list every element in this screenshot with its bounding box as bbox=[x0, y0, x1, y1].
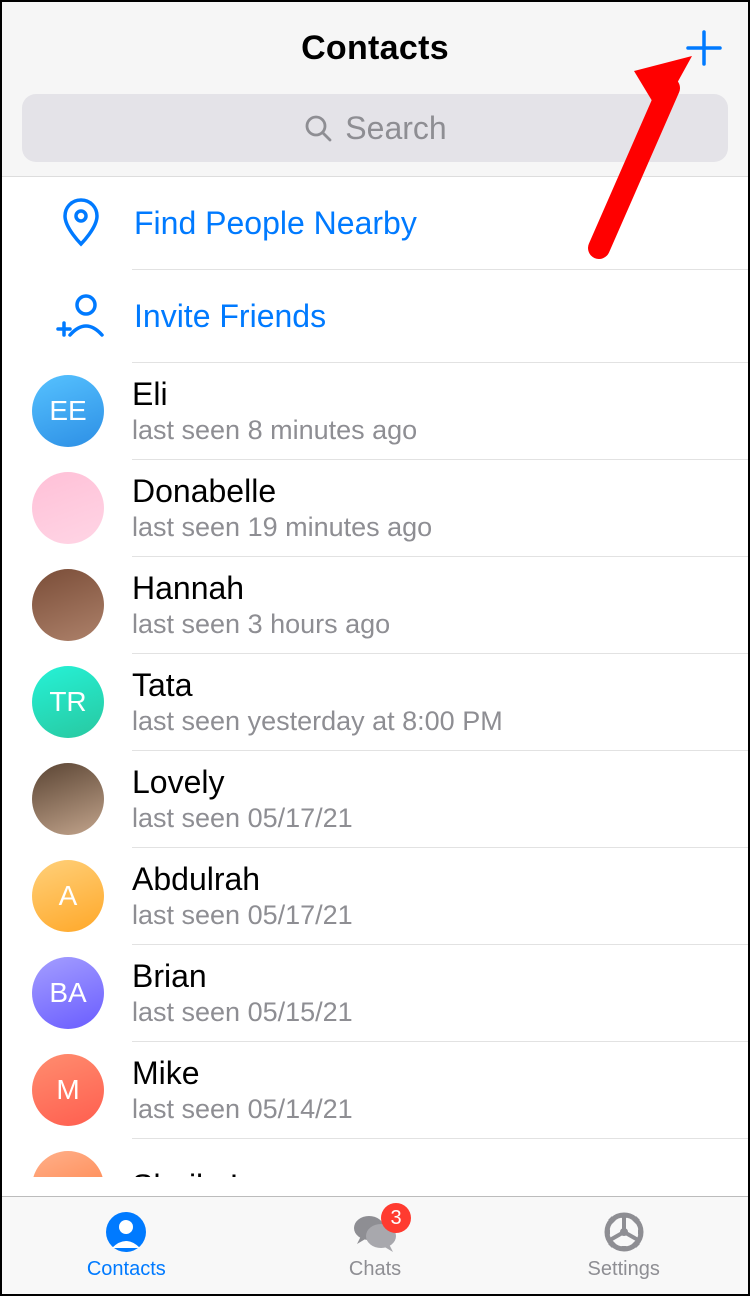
contact-status: last seen 3 hours ago bbox=[132, 609, 390, 640]
tab-contacts[interactable]: Contacts bbox=[2, 1197, 251, 1294]
location-pin-icon bbox=[61, 198, 101, 248]
tab-chats-label: Chats bbox=[349, 1258, 401, 1281]
tab-settings[interactable]: Settings bbox=[499, 1197, 748, 1294]
tab-chats[interactable]: 3 Chats bbox=[251, 1197, 500, 1294]
search-placeholder: Search bbox=[345, 110, 446, 147]
pin-icon-wrap bbox=[56, 198, 106, 248]
avatar bbox=[32, 472, 104, 544]
tab-contacts-label: Contacts bbox=[87, 1258, 166, 1281]
contact-name: Donabelle bbox=[132, 473, 432, 510]
contact-status: last seen 05/15/21 bbox=[132, 997, 353, 1028]
avatar bbox=[32, 569, 104, 641]
contact-status: last seen 19 minutes ago bbox=[132, 512, 432, 543]
avatar: EE bbox=[32, 375, 104, 447]
contact-name: Eli bbox=[132, 376, 417, 413]
add-contact-button[interactable] bbox=[682, 26, 726, 70]
contact-row[interactable]: Sheila Lacuna bbox=[2, 1139, 748, 1177]
avatar bbox=[32, 1151, 104, 1177]
tab-settings-label: Settings bbox=[588, 1258, 660, 1281]
contact-row[interactable]: M Mikelast seen 05/14/21 bbox=[2, 1042, 748, 1138]
contact-row[interactable]: A Abdulrahlast seen 05/17/21 bbox=[2, 848, 748, 944]
header-top: Contacts bbox=[22, 20, 728, 76]
contact-row[interactable]: TR Tatalast seen yesterday at 8:00 PM bbox=[2, 654, 748, 750]
contact-name: Hannah bbox=[132, 570, 390, 607]
page-title: Contacts bbox=[301, 29, 449, 68]
avatar: A bbox=[32, 860, 104, 932]
contact-row[interactable]: BA Brianlast seen 05/15/21 bbox=[2, 945, 748, 1041]
contacts-icon bbox=[104, 1210, 148, 1254]
contact-name: Sheila Lacuna bbox=[132, 1168, 335, 1177]
contacts-list[interactable]: EEElilast seen 8 minutes agoDonabellelas… bbox=[2, 363, 748, 1177]
contact-row[interactable]: EE Elilast seen 8 minutes ago bbox=[2, 363, 748, 459]
contact-name: Mike bbox=[132, 1055, 353, 1092]
contact-status: last seen yesterday at 8:00 PM bbox=[132, 706, 503, 737]
action-label: Find People Nearby bbox=[134, 205, 417, 242]
settings-gear-icon bbox=[602, 1210, 646, 1254]
action-label: Invite Friends bbox=[134, 298, 326, 335]
contact-status: last seen 05/17/21 bbox=[132, 900, 353, 931]
search-input[interactable]: Search bbox=[22, 94, 728, 162]
invite-icon-wrap bbox=[56, 293, 106, 339]
tab-bar: Contacts 3 Chats bbox=[2, 1196, 748, 1294]
avatar: TR bbox=[32, 666, 104, 738]
plus-icon bbox=[685, 29, 723, 67]
contact-name: Tata bbox=[132, 667, 503, 704]
avatar: BA bbox=[32, 957, 104, 1029]
header: Contacts Search bbox=[2, 2, 748, 177]
invite-person-icon bbox=[56, 293, 106, 339]
contact-status: last seen 8 minutes ago bbox=[132, 415, 417, 446]
contact-row[interactable]: Donabellelast seen 19 minutes ago bbox=[2, 460, 748, 556]
avatar bbox=[32, 763, 104, 835]
contact-status: last seen 05/17/21 bbox=[132, 803, 353, 834]
contact-status: last seen 05/14/21 bbox=[132, 1094, 353, 1125]
invite-friends[interactable]: Invite Friends bbox=[2, 270, 748, 362]
avatar: M bbox=[32, 1054, 104, 1126]
contact-name: Abdulrah bbox=[132, 861, 353, 898]
search-icon bbox=[303, 113, 333, 143]
find-people-nearby[interactable]: Find People Nearby bbox=[2, 177, 748, 269]
content-area: Find People NearbyInvite Friends EEElila… bbox=[2, 177, 748, 1177]
contact-name: Brian bbox=[132, 958, 353, 995]
contact-row[interactable]: Lovelylast seen 05/17/21 bbox=[2, 751, 748, 847]
chats-badge: 3 bbox=[381, 1203, 411, 1233]
contact-name: Lovely bbox=[132, 764, 353, 801]
contact-row[interactable]: Hannahlast seen 3 hours ago bbox=[2, 557, 748, 653]
